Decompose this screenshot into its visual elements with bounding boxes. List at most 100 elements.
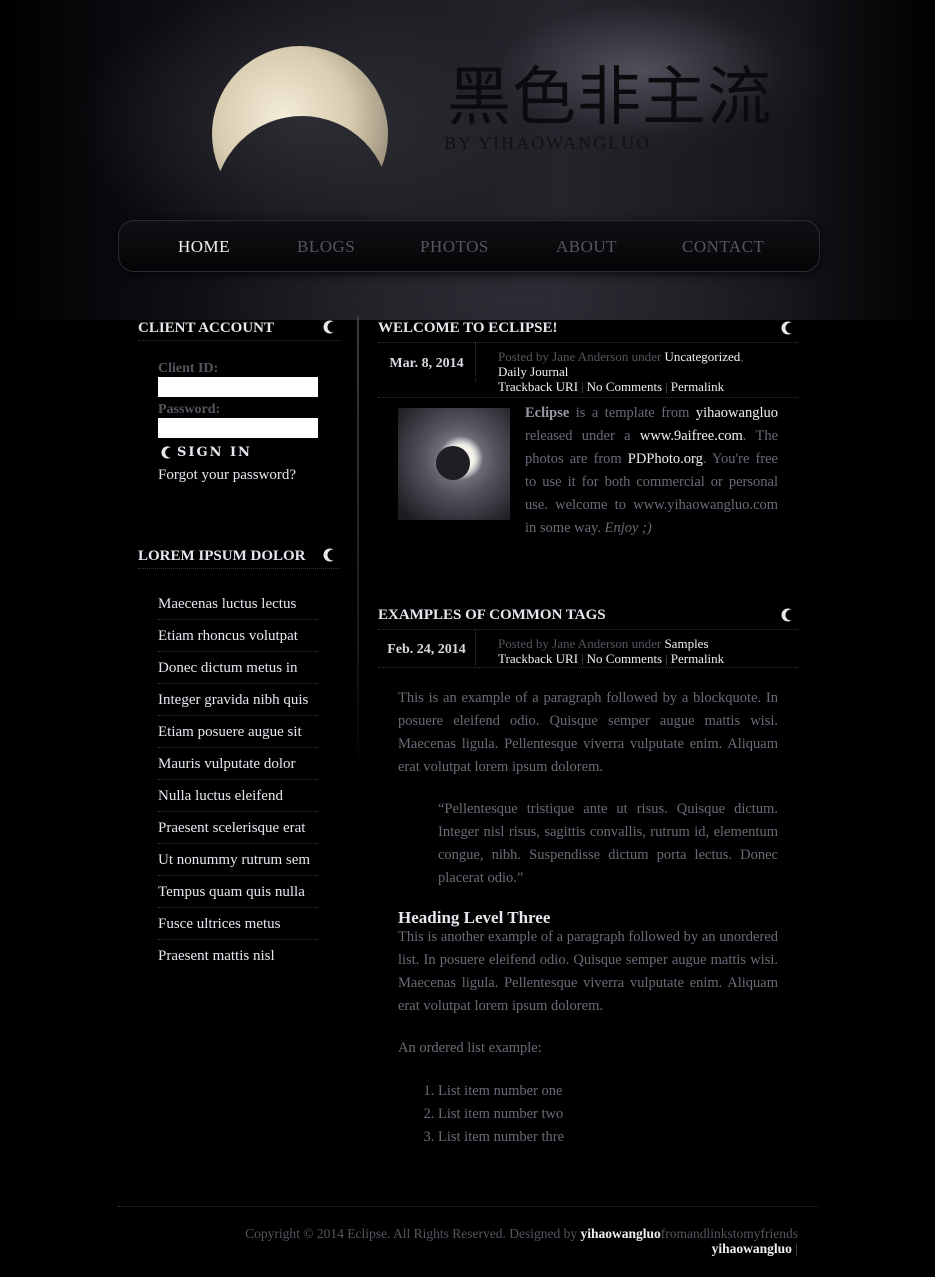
enjoy-text: Enjoy ;) <box>604 520 652 536</box>
post-heading: EXAMPLES OF COMMON TAGS <box>378 603 798 630</box>
list-item: Maecenas luctus lectus <box>158 588 318 620</box>
sidebar-link[interactable]: Integer gravida nibh quis <box>158 684 318 709</box>
separator: | <box>665 379 668 394</box>
separator: | <box>581 651 584 666</box>
crescent-moon-icon <box>323 320 338 334</box>
sidebar-link[interactable]: Nulla luctus eleifend <box>158 780 318 805</box>
list-item: Integer gravida nibh quis <box>158 684 318 716</box>
meta-prefix: Posted by Jane Anderson under <box>498 636 662 651</box>
sign-in-label: SIGN IN <box>177 445 252 460</box>
list-item: Donec dictum metus in <box>158 652 318 684</box>
post-heading: WELCOME TO ECLIPSE! <box>378 316 798 343</box>
links-list: Maecenas luctus lectus Etiam rhoncus vol… <box>158 588 318 972</box>
sidebar-link[interactable]: Ut nonummy rutrum sem <box>158 844 318 869</box>
blockquote: “Pellentesque tristique ante ut risus. Q… <box>438 801 778 886</box>
sidebar-link[interactable]: Etiam posuere augue sit <box>158 716 318 741</box>
client-account-heading: CLIENT ACCOUNT <box>138 310 340 341</box>
heading-level-three: Heading Level Three <box>398 908 551 927</box>
crescent-moon-icon <box>323 548 338 562</box>
sidebar-link[interactable]: Maecenas luctus lectus <box>158 588 318 613</box>
friends-text: fromandlinkstomyfriends <box>660 1226 798 1241</box>
category-link[interactable]: Samples <box>664 636 708 651</box>
list-item: Nulla luctus eleifend <box>158 780 318 812</box>
text: released under a <box>525 428 640 444</box>
site-subtitle: BY YIHAOWANGLUO <box>444 133 652 153</box>
list-item: List item number one <box>438 1080 778 1103</box>
comma: , <box>740 349 744 364</box>
list-item: List item number thre <box>438 1126 778 1149</box>
footer-divider <box>118 1206 818 1207</box>
column-divider <box>357 316 359 776</box>
copyright-text: Copyright © 2014 Eclipse. All Rights Res… <box>245 1226 581 1241</box>
forgot-password-link[interactable]: Forgot your password? <box>158 467 296 484</box>
post-body: This is an example of a paragraph follow… <box>398 687 778 1149</box>
separator: | <box>665 651 668 666</box>
post-paragraph: This is another example of a paragraph f… <box>398 929 778 1014</box>
nav-about[interactable]: ABOUT <box>556 237 617 257</box>
site-title: 黑色非主流 <box>447 61 772 135</box>
yihaowangluo-link[interactable]: yihaowangluo <box>696 405 778 421</box>
sidebar-link[interactable]: Fusce ultrices metus <box>158 908 318 933</box>
9aifree-link[interactable]: www.9aifree.com <box>640 428 743 444</box>
permalink-link[interactable]: Permalink <box>671 651 724 666</box>
sidebar-link[interactable]: Praesent scelerisque erat <box>158 812 318 837</box>
list-item: Mauris vulputate dolor <box>158 748 318 780</box>
sidebar-link[interactable]: Tempus quam quis nulla <box>158 876 318 901</box>
separator: | <box>581 379 584 394</box>
sign-in-button[interactable]: SIGN IN <box>160 445 252 460</box>
eclipse-photo[interactable] <box>398 408 510 520</box>
list-item: Fusce ultrices metus <box>158 908 318 940</box>
list-item: List item number two <box>438 1103 778 1126</box>
nav-blogs[interactable]: BLOGS <box>297 237 355 257</box>
trackback-link[interactable]: Trackback URI <box>498 379 578 394</box>
client-id-input[interactable] <box>158 377 318 397</box>
sidebar-link[interactable]: Mauris vulputate dolor <box>158 748 318 773</box>
meta-prefix: Posted by Jane Anderson under <box>498 349 662 364</box>
post-title[interactable]: EXAMPLES OF COMMON TAGS <box>378 607 606 624</box>
sidebar-link[interactable]: Etiam rhoncus volutpat <box>158 620 318 645</box>
sidebar-link[interactable]: Praesent mattis nisl <box>158 940 318 965</box>
designer-link[interactable]: yihaowangluo <box>580 1226 660 1241</box>
list-item: Tempus quam quis nulla <box>158 876 318 908</box>
eclipse-word: Eclipse <box>525 405 570 421</box>
nav-home[interactable]: HOME <box>178 237 230 257</box>
crescent-moon-icon <box>781 321 796 335</box>
post-title[interactable]: WELCOME TO ECLIPSE! <box>378 320 558 337</box>
meta-divider <box>378 667 798 668</box>
meta-divider <box>378 397 798 398</box>
post-date: Mar. 8, 2014 <box>378 342 476 382</box>
ordered-list: List item number one List item number tw… <box>398 1080 778 1149</box>
list-item: Etiam rhoncus volutpat <box>158 620 318 652</box>
links-title: LOREM IPSUM DOLOR <box>138 548 306 564</box>
list-item: Ut nonummy rutrum sem <box>158 844 318 876</box>
sidebar-link[interactable]: Donec dictum metus in <box>158 652 318 677</box>
post-paragraph: This is an example of a paragraph follow… <box>398 690 778 775</box>
footer-separator: | <box>791 1241 798 1256</box>
client-account-title: CLIENT ACCOUNT <box>138 320 275 336</box>
post-meta: Posted by Jane Anderson under Uncategori… <box>498 349 796 394</box>
comments-link[interactable]: No Comments <box>587 651 662 666</box>
text: is a template from <box>569 405 696 421</box>
eclipse-logo <box>212 46 388 179</box>
comments-link[interactable]: No Comments <box>587 379 662 394</box>
post-body: Eclipse is a template from yihaowangluo … <box>398 402 778 540</box>
nav-photos[interactable]: PHOTOS <box>420 237 489 257</box>
footer: Copyright © 2014 Eclipse. All Rights Res… <box>245 1226 798 1256</box>
trackback-link[interactable]: Trackback URI <box>498 651 578 666</box>
main-nav: HOME BLOGS PHOTOS ABOUT CONTACT <box>118 220 820 272</box>
ordered-list-intro: An ordered list example: <box>398 1040 542 1056</box>
password-input[interactable] <box>158 418 318 438</box>
post-meta: Posted by Jane Anderson under Samples Tr… <box>498 636 796 666</box>
designer-link-2[interactable]: yihaowangluo <box>712 1241 792 1256</box>
category-link[interactable]: Uncategorized <box>664 349 740 364</box>
nav-contact[interactable]: CONTACT <box>682 237 764 257</box>
pdphoto-link[interactable]: PDPhoto.org <box>628 451 703 467</box>
links-heading: LOREM IPSUM DOLOR <box>138 538 340 569</box>
permalink-link[interactable]: Permalink <box>671 379 724 394</box>
post-date: Feb. 24, 2014 <box>378 629 476 665</box>
client-id-label: Client ID: <box>158 361 219 376</box>
category-link[interactable]: Daily Journal <box>498 364 568 379</box>
crescent-moon-icon <box>161 446 175 459</box>
list-item: Etiam posuere augue sit <box>158 716 318 748</box>
list-item: Praesent mattis nisl <box>158 940 318 972</box>
